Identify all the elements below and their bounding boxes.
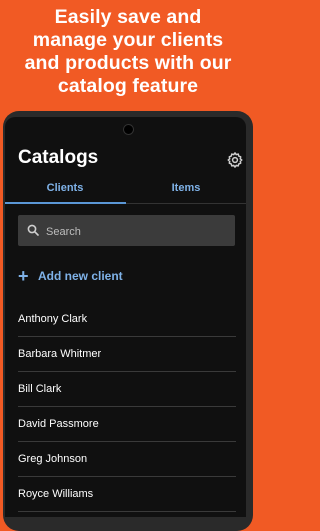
search-input[interactable]: [44, 215, 228, 248]
list-item[interactable]: Bill Clark: [18, 372, 236, 407]
tab-clients[interactable]: Clients: [5, 174, 125, 203]
list-item[interactable]: Anthony Clark: [18, 302, 236, 337]
tab-bar: Clients Items: [5, 174, 246, 204]
active-tab-indicator: [5, 202, 126, 204]
list-item[interactable]: Royce Williams: [18, 477, 236, 512]
search-box[interactable]: [18, 215, 235, 248]
client-list: Anthony Clark Barbara Whitmer Bill Clark…: [18, 302, 236, 512]
tab-items[interactable]: Items: [126, 174, 246, 203]
promo-headline: Easily save and manage your clients and …: [0, 6, 256, 98]
plus-icon: +: [18, 266, 29, 286]
search-icon: [27, 224, 39, 236]
tab-divider: [126, 203, 246, 204]
add-new-client-button[interactable]: + Add new client: [18, 267, 218, 287]
list-item[interactable]: Barbara Whitmer: [18, 337, 236, 372]
promo-line-4: catalog feature: [57, 75, 199, 97]
list-item[interactable]: David Passmore: [18, 407, 236, 442]
app-screen: Catalogs Clients Items + Add new client …: [5, 117, 246, 517]
page-title: Catalogs: [18, 147, 99, 168]
gear-icon[interactable]: [226, 151, 244, 169]
promo-line-3: and products with our: [24, 52, 232, 74]
promo-line-1: Easily save and: [54, 6, 202, 28]
promo-line-2: manage your clients: [32, 29, 224, 51]
camera-icon: [123, 124, 134, 135]
add-new-client-label: Add new client: [38, 269, 123, 283]
list-item[interactable]: Greg Johnson: [18, 442, 236, 477]
